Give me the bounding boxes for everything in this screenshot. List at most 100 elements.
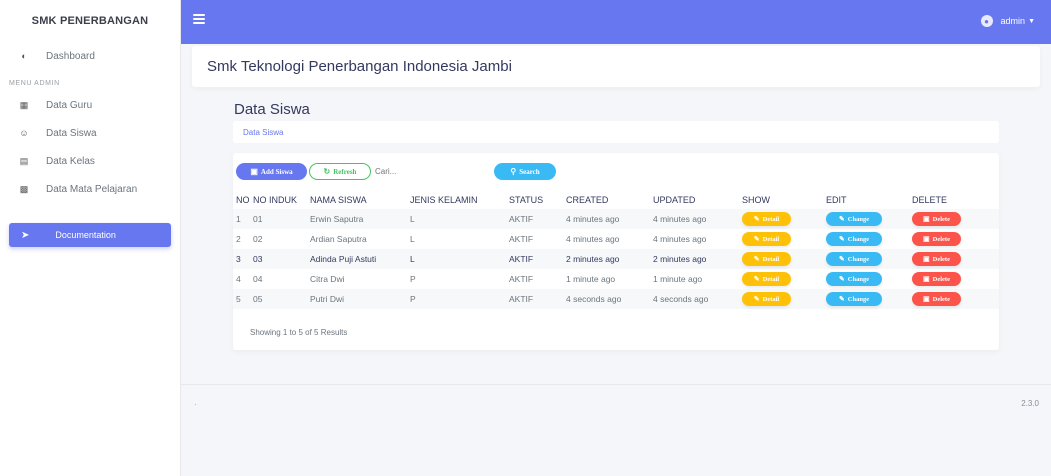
change-button[interactable]: ✎ Change <box>826 212 882 226</box>
refresh-icon: ↻ <box>323 167 331 176</box>
cell-created: 4 minutes ago <box>566 234 620 244</box>
sidebar-item-label: Data Siswa <box>46 127 97 139</box>
footer-divider <box>181 384 1051 385</box>
detail-label: Detail <box>762 255 780 263</box>
cell-nama-siswa: Citra Dwi <box>310 274 345 284</box>
trash-icon: ▣ <box>923 295 930 303</box>
delete-button[interactable]: ▣ Delete <box>912 232 961 246</box>
menu-toggle-icon[interactable] <box>193 14 205 24</box>
edit-icon: ✎ <box>753 255 760 263</box>
trash-icon: ▣ <box>923 215 930 223</box>
add-siswa-label: Add Siswa <box>260 167 293 176</box>
cell-nama-siswa: Adinda Puji Astuti <box>310 254 377 264</box>
page-header: Smk Teknologi Penerbangan Indonesia Jamb… <box>192 46 1040 87</box>
edit-icon: ✎ <box>753 275 760 283</box>
user-icon: ☺ <box>19 128 29 138</box>
change-button[interactable]: ✎ Change <box>826 272 882 286</box>
cell-status: AKTIF <box>509 254 534 264</box>
cell-no-induk: 04 <box>253 274 263 284</box>
cell-updated: 1 minute ago <box>653 274 703 284</box>
column-header-jenis-kelamin: JENIS KELAMIN <box>410 195 478 205</box>
detail-label: Detail <box>762 295 780 303</box>
breadcrumb: Data Siswa <box>233 121 999 143</box>
change-button[interactable]: ✎ Change <box>826 292 882 306</box>
change-label: Change <box>847 235 870 243</box>
sidebar-item-dashboard[interactable]: ◐ Dashboard <box>0 42 180 70</box>
delete-label: Delete <box>932 295 950 303</box>
sidebar-section-label: MENU ADMIN <box>9 80 60 87</box>
delete-label: Delete <box>932 235 950 243</box>
change-label: Change <box>847 215 870 223</box>
detail-button[interactable]: ✎ Detail <box>742 292 791 306</box>
refresh-button[interactable]: ↻ Refresh <box>309 163 371 180</box>
cell-updated: 4 minutes ago <box>653 214 707 224</box>
change-button[interactable]: ✎ Change <box>826 252 882 266</box>
user-menu[interactable]: ● admin ▼ <box>980 15 1035 27</box>
breadcrumb-item[interactable]: Data Siswa <box>243 128 283 137</box>
avatar: ● <box>980 15 993 27</box>
add-siswa-button[interactable]: ▣ Add Siswa <box>236 163 307 180</box>
id-card-icon: ▦ <box>19 99 29 110</box>
sidebar-item-label: Data Kelas <box>46 155 95 167</box>
cell-nama-siswa: Ardian Saputra <box>310 234 367 244</box>
sidebar-item-data-guru[interactable]: ▦ Data Guru <box>0 91 180 119</box>
sidebar-item-data-siswa[interactable]: ☺ Data Siswa <box>0 119 180 147</box>
table-row: 5 05 Putri Dwi P AKTIF 4 seconds ago 4 s… <box>233 289 999 309</box>
column-header-delete: DELETE <box>912 195 948 205</box>
cell-created: 4 seconds ago <box>566 294 622 304</box>
sidebar-item-label: Data Mata Pelajaran <box>46 183 138 195</box>
sidebar-item-data-mata-pelajaran[interactable]: ▩ Data Mata Pelajaran <box>0 175 180 203</box>
edit-icon: ✎ <box>838 275 845 283</box>
delete-button[interactable]: ▣ Delete <box>912 272 961 286</box>
search-label: Search <box>519 167 540 176</box>
search-button[interactable]: ⚲ Search <box>494 163 556 180</box>
delete-label: Delete <box>932 275 950 283</box>
trash-icon: ▣ <box>923 235 930 243</box>
cell-updated: 4 seconds ago <box>653 294 709 304</box>
change-button[interactable]: ✎ Change <box>826 232 882 246</box>
detail-button[interactable]: ✎ Detail <box>742 252 791 266</box>
detail-button[interactable]: ✎ Detail <box>742 212 791 226</box>
table-row: 2 02 Ardian Saputra L AKTIF 4 minutes ag… <box>233 229 999 249</box>
edit-icon: ✎ <box>753 235 760 243</box>
documentation-button[interactable]: ➤ Documentation <box>9 223 171 247</box>
cell-nama-siswa: Putri Dwi <box>310 294 345 304</box>
column-header-no-induk: NO INDUK <box>253 195 298 205</box>
cell-status: AKTIF <box>509 294 534 304</box>
footer-version: 2.3.0 <box>1021 399 1039 408</box>
cell-no-induk: 01 <box>253 214 263 224</box>
cell-updated: 2 minutes ago <box>653 254 707 264</box>
delete-button[interactable]: ▣ Delete <box>912 212 961 226</box>
cell-nama-siswa: Erwin Saputra <box>310 214 364 224</box>
cell-updated: 4 minutes ago <box>653 234 707 244</box>
edit-icon: ✎ <box>838 235 845 243</box>
table-row: 3 03 Adinda Puji Astuti L AKTIF 2 minute… <box>233 249 999 269</box>
column-header-updated: UPDATED <box>653 195 696 205</box>
cell-no-induk: 05 <box>253 294 263 304</box>
sidebar-item-data-kelas[interactable]: ▤ Data Kelas <box>0 147 180 175</box>
sidebar-item-label: Dashboard <box>46 50 95 62</box>
cell-jenis-kelamin: L <box>410 214 415 224</box>
detail-label: Detail <box>762 235 780 243</box>
user-name: admin <box>1000 16 1026 26</box>
delete-button[interactable]: ▣ Delete <box>912 252 961 266</box>
change-label: Change <box>847 255 870 263</box>
delete-button[interactable]: ▣ Delete <box>912 292 961 306</box>
cell-jenis-kelamin: L <box>410 254 415 264</box>
cell-no: 3 <box>236 254 241 264</box>
edit-icon: ✎ <box>838 215 845 223</box>
cell-no: 1 <box>236 214 241 224</box>
detail-button[interactable]: ✎ Detail <box>742 232 791 246</box>
detail-button[interactable]: ✎ Detail <box>742 272 791 286</box>
sidebar-brand[interactable]: SMK PENERBANGAN <box>0 0 180 42</box>
cell-created: 1 minute ago <box>566 274 616 284</box>
column-header-no: NO <box>236 195 250 205</box>
edit-icon: ✎ <box>838 255 845 263</box>
cell-created: 4 minutes ago <box>566 214 620 224</box>
change-label: Change <box>847 295 870 303</box>
school-icon: ▤ <box>19 155 29 166</box>
search-input[interactable] <box>375 163 493 180</box>
column-header-show: SHOW <box>742 195 770 205</box>
column-header-edit: EDIT <box>826 195 847 205</box>
section-title: Data Siswa <box>234 101 310 118</box>
